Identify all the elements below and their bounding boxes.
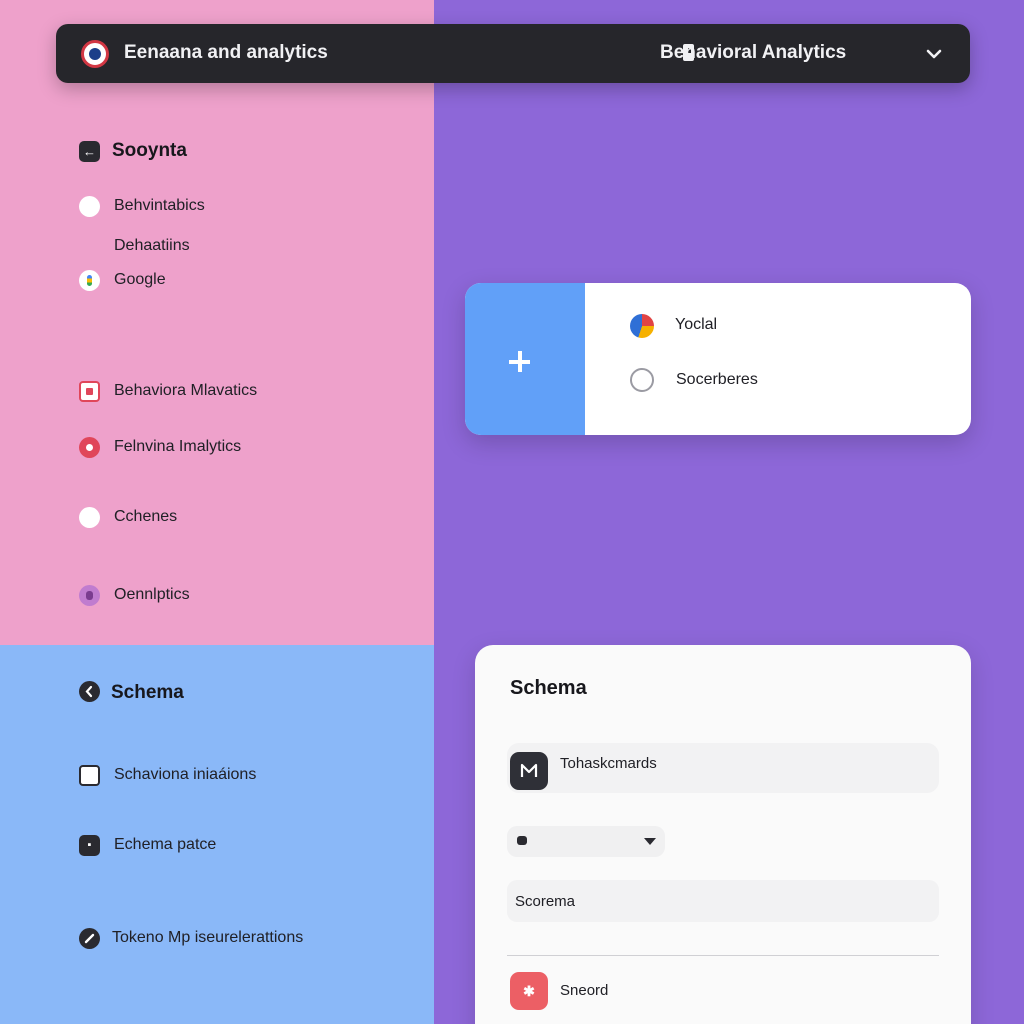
- sidebar-item-oennlptics[interactable]: Oennlptics: [114, 586, 190, 604]
- schema-card-title: Schema: [510, 677, 587, 699]
- chart-tile-icon: [510, 752, 548, 790]
- pie-chart-icon: [630, 314, 654, 338]
- option-socerberes[interactable]: Socerberes: [676, 371, 758, 389]
- sidebar-item-tokeno[interactable]: Tokeno Mp iseurelerattions: [112, 929, 303, 947]
- left-bottom-panel: [0, 645, 434, 1024]
- schema-input-value: Scorema: [515, 893, 576, 910]
- sidebar-item-schaviona[interactable]: Schaviona iniaáions: [114, 766, 256, 784]
- sidebar-item-google[interactable]: Google: [114, 271, 166, 289]
- record-tile-icon[interactable]: ✱: [510, 972, 548, 1010]
- sidebar-item-dehaatiins[interactable]: Dehaatiins: [114, 237, 190, 255]
- box-icon: ▪: [79, 835, 100, 856]
- back-circle-icon[interactable]: [79, 681, 100, 702]
- plus-icon[interactable]: [465, 283, 585, 435]
- radio-icon[interactable]: [630, 368, 654, 392]
- schema-select[interactable]: [507, 826, 665, 857]
- sidebar-item-cchenes[interactable]: Cchenes: [114, 508, 177, 526]
- red-square-icon: [79, 381, 100, 402]
- sidebar-item-behvintabics[interactable]: Behvintabics: [114, 197, 205, 215]
- divider: [507, 955, 939, 956]
- google-icon: [79, 270, 100, 291]
- back-arrow-icon[interactable]: ←: [79, 141, 100, 162]
- white-circle-icon: [79, 507, 100, 528]
- left-top-panel: [0, 0, 434, 645]
- purple-circle-icon: [79, 585, 100, 606]
- top-bar: Eenaana and analytics Behavioral Analyti…: [56, 24, 970, 83]
- option-yoclal[interactable]: Yoclal: [675, 316, 717, 334]
- brand-logo-icon[interactable]: [81, 40, 109, 68]
- app-title: Eenaana and analytics: [124, 42, 328, 63]
- record-row-label: Sneord: [560, 982, 609, 999]
- caret-down-icon: [644, 838, 656, 845]
- chevron-down-icon[interactable]: [924, 44, 944, 64]
- section-title[interactable]: Behavioral Analytics: [660, 42, 846, 64]
- schema-card: Schema Tohaskcmards Scorema ✱ Sneord: [475, 645, 971, 1024]
- sidebar-item-behaviora-mlavatics[interactable]: Behaviora Mlavatics: [114, 382, 257, 400]
- checkbox-icon[interactable]: [79, 765, 100, 786]
- white-circle-icon: [79, 196, 100, 217]
- red-target-icon: [79, 437, 100, 458]
- schema-heading: Schema: [111, 682, 184, 703]
- pencil-icon: [79, 928, 100, 949]
- option-card: Yoclal Socerberes: [465, 283, 971, 435]
- schema-row-label: Tohaskcmards: [560, 755, 657, 772]
- select-item-icon: [517, 836, 527, 845]
- sidebar-heading: Sooynta: [112, 140, 187, 161]
- sidebar-item-felnvina-imalytics[interactable]: Felnvina Imalytics: [114, 438, 241, 456]
- sidebar-item-echema-patce[interactable]: Echema patce: [114, 836, 216, 854]
